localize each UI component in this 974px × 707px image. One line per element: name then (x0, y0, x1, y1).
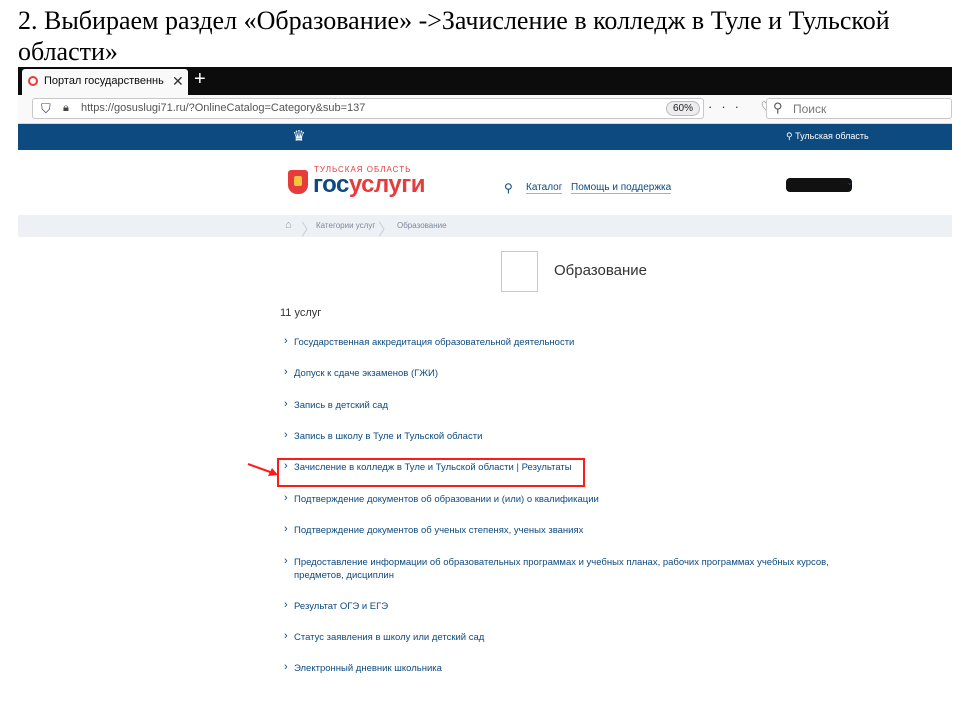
breadcrumb-current: Образование (397, 221, 447, 230)
lock-icon[interactable]: 🔒︎ (63, 102, 69, 115)
breadcrumb-categories[interactable]: Категории услуг (316, 221, 375, 230)
chevron-right-icon: › (284, 661, 288, 673)
service-link[interactable]: › Допуск к сдаче экзаменов (ГЖИ) (284, 366, 844, 380)
search-placeholder: Поиск (793, 102, 827, 116)
chevron-right-icon: › (284, 366, 288, 378)
instruction-caption: 2. Выбираем раздел «Образование» ->Зачис… (18, 6, 890, 66)
tab-title: Портал государственных усл (44, 75, 164, 87)
help-link[interactable]: Помощь и поддержка (571, 182, 672, 194)
new-tab-button[interactable]: + (194, 68, 206, 91)
favicon-icon (28, 76, 38, 86)
coat-of-arms-icon (288, 170, 308, 194)
chevron-right-icon: › (284, 599, 288, 611)
user-name-redacted[interactable] (786, 178, 852, 192)
page-title: Образование (554, 262, 647, 279)
chevron-right-icon: › (284, 398, 288, 410)
breadcrumb: ⌂ 〉 Категории услуг 〉 Образование (18, 215, 952, 239)
catalog-link[interactable]: Каталог (526, 182, 563, 194)
browser-screenshot: Портал государственных усл ✕ + ⛉ 🔒︎ http… (18, 67, 952, 707)
highlight-box (277, 458, 585, 487)
search-input[interactable]: ⚲ Поиск (766, 98, 952, 119)
close-tab-icon[interactable]: ✕ (172, 73, 184, 90)
breadcrumb-separator: 〉 (301, 222, 318, 239)
site-topbar: ♛ ⚲ Тульская область (18, 124, 952, 150)
service-link[interactable]: › Статус заявления в школу или детский са… (284, 630, 844, 644)
service-link[interactable]: › Запись в детский сад (284, 398, 844, 412)
breadcrumb-separator: 〉 (378, 222, 395, 239)
address-bar[interactable]: ⛉ 🔒︎ https://gosuslugi71.ru/?OnlineCatal… (32, 98, 704, 119)
service-link[interactable]: › Подтверждение документов об ученых степ… (284, 523, 844, 537)
service-link[interactable]: › Электронный дневник школьника (284, 661, 844, 675)
home-icon[interactable]: ⌂ (285, 219, 292, 231)
category-icon-box (501, 251, 538, 292)
site-header: ТУЛЬСКАЯ ОБЛАСТЬ госуслуги ⚲ Каталог Пом… (18, 151, 952, 213)
shield-icon[interactable]: ⛉ (41, 101, 51, 117)
chevron-right-icon: › (284, 555, 288, 567)
pointer-arrow-icon (247, 463, 278, 476)
url-text[interactable]: https://gosuslugi71.ru/?OnlineCatalog=Ca… (81, 102, 365, 114)
zoom-level-badge[interactable]: 60% (666, 101, 701, 116)
service-link[interactable]: › Предоставление информации об образовате… (284, 555, 844, 582)
chevron-right-icon: › (284, 630, 288, 642)
region-selector[interactable]: ⚲ Тульская область (786, 131, 869, 142)
chevron-right-icon: › (284, 335, 288, 347)
chevron-right-icon: › (284, 523, 288, 535)
emblem-icon: ♛ (292, 128, 306, 145)
logo-part-gos: гос (313, 171, 349, 198)
site-logo[interactable]: госуслуги (313, 171, 426, 199)
search-icon: ⚲ (773, 100, 783, 115)
service-link[interactable]: › Подтверждение документов об образовании… (284, 492, 844, 506)
chevron-right-icon: › (284, 429, 288, 441)
service-link[interactable]: › Государственная аккредитация образовате… (284, 335, 844, 349)
logo-part-uslugi: услуги (348, 171, 426, 198)
chevron-down-icon[interactable]: ⌄ (846, 177, 854, 188)
browser-tab[interactable]: Портал государственных усл ✕ (22, 69, 188, 95)
services-count: 11 услуг (280, 307, 322, 319)
tab-bar: Портал государственных усл ✕ + (18, 67, 952, 95)
header-search-icon[interactable]: ⚲ (504, 181, 513, 195)
service-link[interactable]: › Запись в школу в Туле и Тульской област… (284, 429, 844, 443)
navigation-bar: ⛉ 🔒︎ https://gosuslugi71.ru/?OnlineCatal… (18, 95, 952, 124)
service-link[interactable]: › Результат ОГЭ и ЕГЭ (284, 599, 844, 613)
chevron-right-icon: › (284, 492, 288, 504)
